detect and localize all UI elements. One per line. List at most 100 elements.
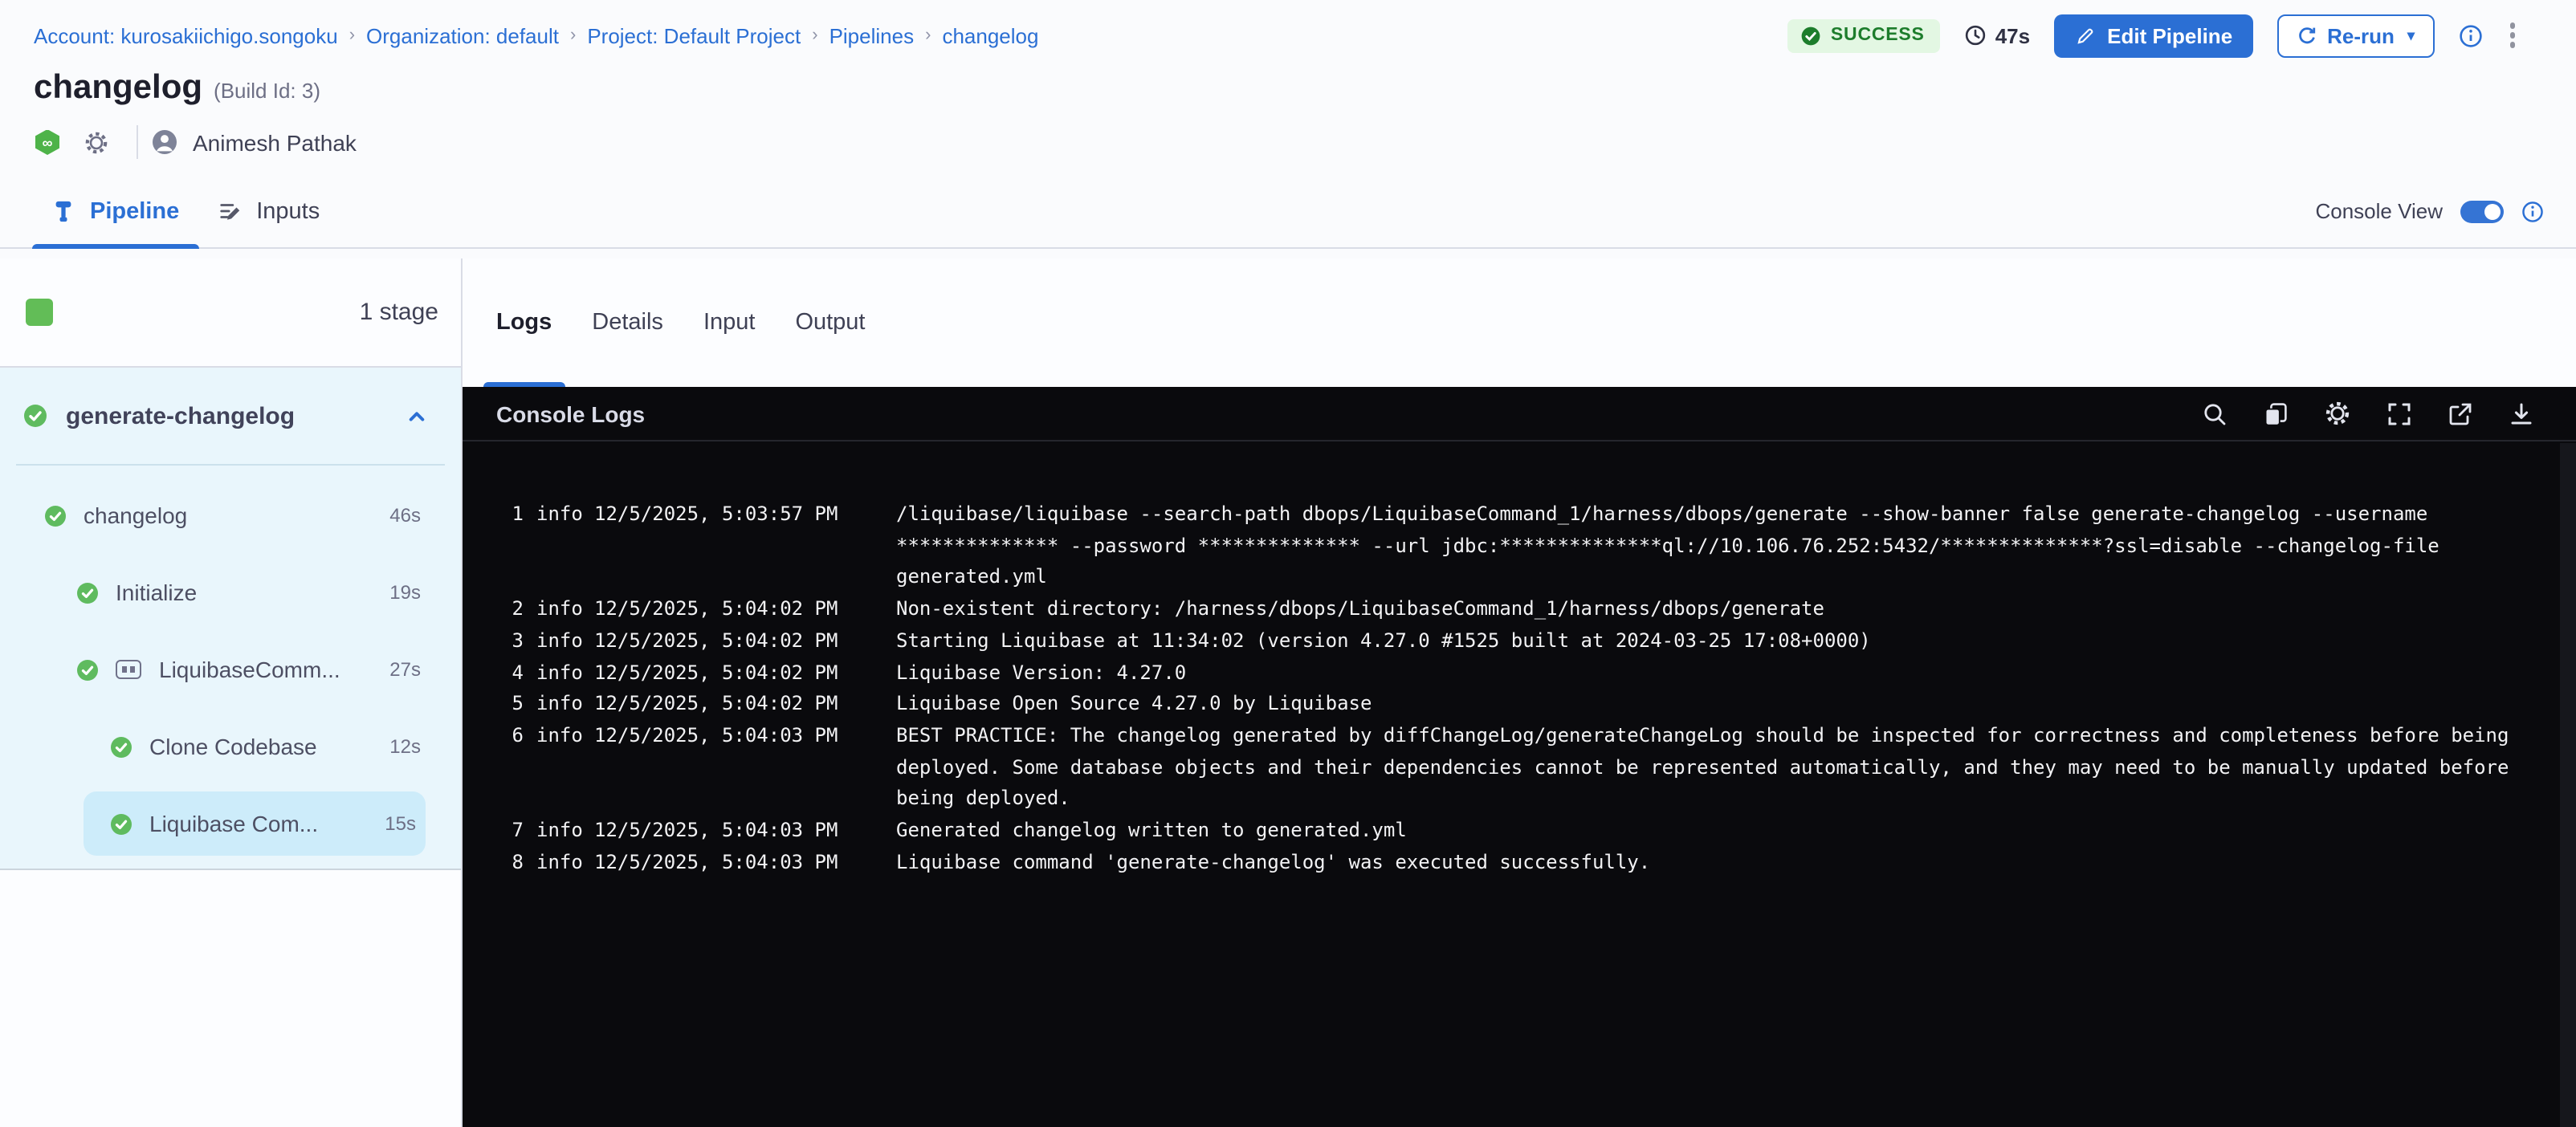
step-group-icon (116, 660, 141, 679)
step-row-clone-codebase[interactable]: Clone Codebase12s (0, 708, 461, 785)
step-label: Initialize (116, 580, 372, 605)
stage-status-square[interactable] (26, 299, 53, 326)
tab-pipeline[interactable]: Pipeline (32, 175, 198, 247)
status-check-icon (1800, 25, 1821, 46)
console-view-info-icon[interactable] (2521, 200, 2544, 222)
step-label: LiquibaseComm... (159, 657, 372, 682)
status-text: SUCCESS (1831, 26, 1925, 45)
tab-inputs-label: Inputs (256, 198, 320, 224)
console-tab-logs[interactable]: Logs (496, 258, 552, 387)
success-check-icon (45, 505, 66, 526)
log-line-time: 12/5/2025, 5:04:02 PM (594, 626, 858, 657)
console-tab-details[interactable]: Details (592, 258, 663, 387)
step-row-changelog[interactable]: changelog46s (0, 477, 461, 554)
breadcrumb-link[interactable]: Pipelines (829, 23, 915, 47)
pencil-icon (2075, 25, 2096, 46)
log-line-time: 12/5/2025, 5:04:02 PM (594, 657, 858, 689)
breadcrumb-separator: › (925, 26, 931, 45)
console-view-toggle[interactable] (2460, 200, 2504, 222)
console-tab-output[interactable]: Output (795, 258, 865, 387)
step-duration: 15s (385, 812, 416, 835)
page-title: changelog (34, 69, 202, 108)
copy-icon[interactable] (2263, 401, 2289, 426)
log-line-5: 5info12/5/2025, 5:04:02 PMLiquibase Open… (504, 689, 2557, 720)
inputs-icon (218, 199, 242, 223)
console-tab-input[interactable]: Input (703, 258, 756, 387)
main-tabs: Pipeline Inputs Console View (0, 175, 2576, 249)
step-row-liquibasecomm[interactable]: LiquibaseComm...27s (0, 631, 461, 708)
log-line-level: info (536, 499, 575, 594)
log-line-msg: /liquibase/liquibase --search-path dbops… (896, 499, 2557, 594)
breadcrumb-separator: › (570, 26, 576, 45)
log-line-num: 4 (504, 657, 524, 689)
step-duration: 46s (389, 504, 421, 527)
gear-icon[interactable] (84, 129, 109, 155)
stage-group-label: generate-changelog (66, 402, 387, 429)
step-row-initialize[interactable]: Initialize19s (0, 554, 461, 631)
step-detail-tabs: Logs Details Input Output (463, 258, 2576, 387)
console-log-area: 1info12/5/2025, 5:03:57 PM/liquibase/liq… (463, 441, 2576, 1127)
rerun-label: Re-run (2327, 23, 2395, 47)
log-line-4: 4info12/5/2025, 5:04:02 PMLiquibase Vers… (504, 657, 2557, 689)
vertical-divider (137, 125, 138, 159)
step-label: Liquibase Com... (149, 811, 367, 836)
stage-step-tree: changelog46sInitialize19sLiquibaseComm..… (0, 466, 461, 856)
tab-inputs[interactable]: Inputs (198, 175, 339, 247)
log-line-level: info (536, 689, 575, 720)
console-view-control: Console View (2315, 175, 2544, 247)
log-line-6: 6info12/5/2025, 5:04:03 PMBEST PRACTICE:… (504, 721, 2557, 816)
step-label: Clone Codebase (149, 734, 372, 759)
step-detail-panel: Logs Details Input Output Console Logs (463, 258, 2576, 1127)
search-icon[interactable] (2202, 401, 2228, 426)
log-line-num: 2 (504, 594, 524, 625)
breadcrumb-link[interactable]: Organization: default (366, 23, 559, 47)
breadcrumb-link[interactable]: changelog (942, 23, 1038, 47)
console-scrollbar[interactable] (2560, 443, 2576, 1127)
success-check-icon (77, 582, 98, 603)
success-check-icon (24, 405, 47, 427)
clock-icon (1965, 24, 1987, 47)
avatar (153, 130, 177, 154)
title-row: changelog (Build Id: 3) (0, 58, 2576, 108)
open-external-icon[interactable] (2448, 401, 2473, 426)
log-line-num: 8 (504, 847, 524, 878)
breadcrumb-link[interactable]: Account: kurosakiichigo.songoku (34, 23, 338, 47)
breadcrumb-separator: › (812, 26, 817, 45)
console-view-label: Console View (2315, 199, 2443, 223)
top-actions: SUCCESS 47s Edit Pipeline Re-run ▾ (1787, 14, 2518, 57)
stage-group-row[interactable]: generate-changelog (0, 368, 461, 464)
duration-text: 47s (1995, 23, 2030, 47)
success-check-icon (77, 659, 98, 680)
download-icon[interactable] (2509, 401, 2534, 426)
fullscreen-icon[interactable] (2386, 401, 2412, 426)
status-badge: SUCCESS (1787, 18, 1941, 52)
log-line-msg: Generated changelog written to generated… (896, 816, 2557, 847)
log-line-2: 2info12/5/2025, 5:04:02 PMNon-existent d… (504, 594, 2557, 625)
duration-chip: 47s (1965, 23, 2030, 47)
info-icon[interactable] (2458, 23, 2482, 47)
rerun-button[interactable]: Re-run ▾ (2277, 14, 2434, 57)
pipeline-execution-page: Account: kurosakiichigo.songoku › Organiza… (0, 0, 2576, 1127)
console-header: Console Logs (463, 387, 2576, 441)
log-line-level: info (536, 657, 575, 689)
execution-sidebar: 1 stage generate-changelog changelog46sI… (0, 258, 463, 1127)
log-line-level: info (536, 847, 575, 878)
settings-gear-icon[interactable] (2324, 400, 2351, 427)
edit-pipeline-label: Edit Pipeline (2107, 23, 2232, 47)
edit-pipeline-button[interactable]: Edit Pipeline (2054, 14, 2253, 57)
chevron-up-icon[interactable] (406, 405, 427, 426)
trigger-author: Animesh Pathak (193, 129, 357, 155)
breadcrumb-link[interactable]: Project: Default Project (587, 23, 801, 47)
log-line-time: 12/5/2025, 5:03:57 PM (594, 499, 858, 594)
log-line-msg: Liquibase Open Source 4.27.0 by Liquibas… (896, 689, 2557, 720)
log-line-num: 7 (504, 816, 524, 847)
stage-count: 1 stage (360, 299, 438, 326)
breadcrumb: Account: kurosakiichigo.songoku › Organiza… (34, 23, 1038, 47)
log-line-level: info (536, 594, 575, 625)
more-options-menu[interactable] (2506, 20, 2518, 51)
top-bar: Account: kurosakiichigo.songoku › Organiza… (0, 0, 2576, 58)
ci-module-icon: ∞ (35, 129, 59, 155)
log-line-msg: Non-existent directory: /harness/dbops/L… (896, 594, 2557, 625)
step-row-liquibase-com[interactable]: Liquibase Com... 15s (84, 791, 426, 856)
log-line-1: 1info12/5/2025, 5:03:57 PM/liquibase/liq… (504, 499, 2557, 594)
